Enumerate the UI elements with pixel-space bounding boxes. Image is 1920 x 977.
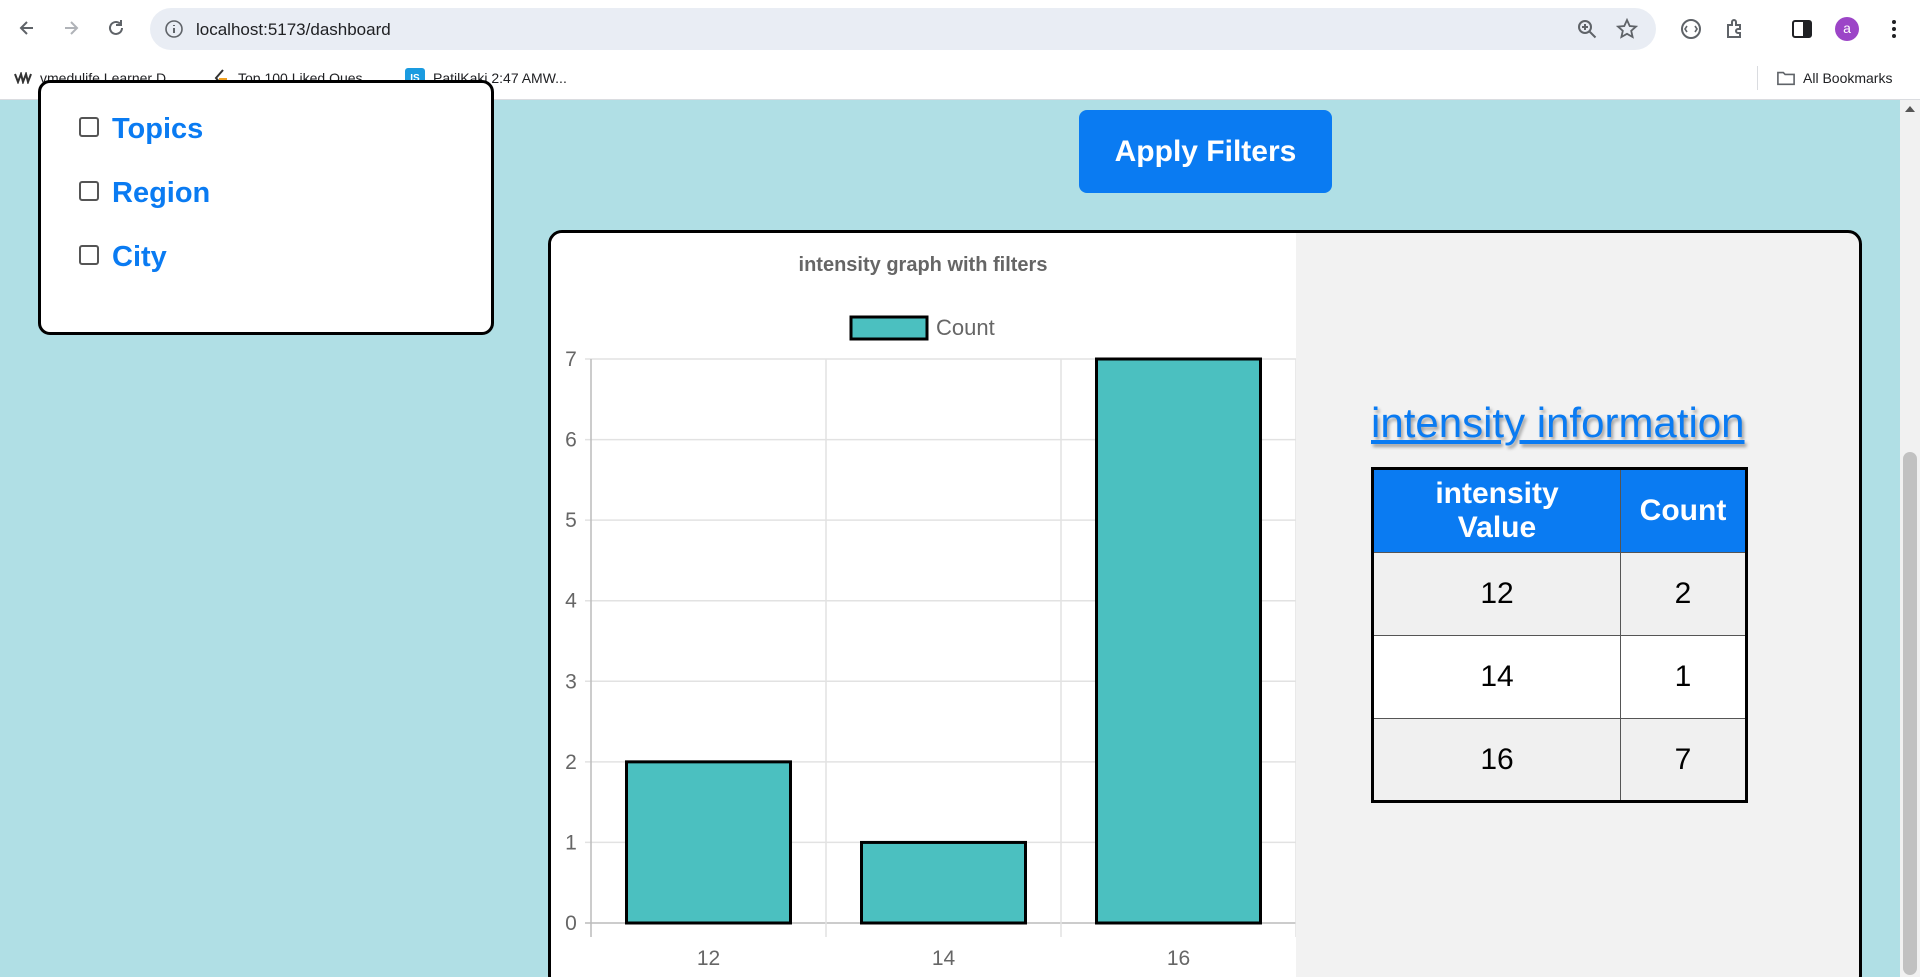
browser-toolbar: localhost:5173/dashboard a bbox=[0, 0, 1920, 58]
y-tick-label: 7 bbox=[565, 348, 577, 371]
folder-icon bbox=[1777, 69, 1795, 87]
cell-intensity-value: 12 bbox=[1372, 552, 1621, 636]
site-info-icon[interactable] bbox=[164, 19, 184, 39]
address-bar[interactable]: localhost:5173/dashboard bbox=[150, 8, 1656, 50]
y-tick-label: 6 bbox=[565, 429, 577, 452]
side-panel-icon[interactable] bbox=[1790, 17, 1814, 41]
table-row: 12 2 bbox=[1372, 552, 1747, 636]
filter-option-topics[interactable]: Topics bbox=[79, 113, 203, 146]
extensions-icon[interactable] bbox=[1723, 17, 1747, 41]
more-menu-icon[interactable] bbox=[1882, 17, 1906, 41]
apply-filters-button[interactable]: Apply Filters bbox=[1079, 110, 1332, 193]
table-row: 16 7 bbox=[1372, 718, 1747, 802]
chart-title: intensity graph with filters bbox=[799, 254, 1048, 276]
url-text[interactable]: localhost:5173/dashboard bbox=[196, 20, 391, 40]
intensity-table: intensity Value Count 12 2 14 1 16 7 bbox=[1371, 467, 1748, 803]
all-bookmarks[interactable]: All Bookmarks bbox=[1777, 66, 1892, 90]
table-row: 14 1 bbox=[1372, 635, 1747, 719]
vm-logo-icon bbox=[14, 69, 32, 87]
legend-swatch bbox=[849, 315, 929, 341]
cell-count: 2 bbox=[1620, 552, 1747, 636]
cell-count: 7 bbox=[1620, 718, 1747, 802]
cell-count: 1 bbox=[1620, 635, 1747, 719]
city-checkbox[interactable] bbox=[79, 244, 99, 265]
y-tick-label: 1 bbox=[565, 831, 577, 854]
intensity-card: intensity graph with filters Count 0 1 2 3 4 5 6… bbox=[548, 230, 1862, 977]
x-tick-label: 14 bbox=[932, 947, 956, 970]
zoom-icon[interactable] bbox=[1576, 18, 1598, 40]
x-tick-label: 16 bbox=[1167, 947, 1190, 970]
media-control-icon[interactable] bbox=[1679, 17, 1703, 41]
bar-14 bbox=[860, 840, 1027, 925]
header-count: Count bbox=[1620, 468, 1747, 553]
profile-avatar[interactable]: a bbox=[1835, 17, 1859, 41]
bookmark-star-icon[interactable] bbox=[1616, 18, 1638, 40]
all-bookmarks-label: All Bookmarks bbox=[1803, 70, 1893, 86]
page-scrollbar[interactable] bbox=[1900, 100, 1920, 977]
scroll-up-arrow-icon[interactable] bbox=[1905, 106, 1915, 112]
region-checkbox[interactable] bbox=[79, 180, 99, 201]
filter-label[interactable]: City bbox=[112, 241, 167, 274]
reload-icon[interactable] bbox=[100, 12, 132, 44]
bar-chart: intensity graph with filtersCount0123456… bbox=[565, 254, 1296, 970]
y-tick-label: 5 bbox=[565, 509, 577, 532]
header-intensity-value: intensity Value bbox=[1372, 468, 1621, 553]
bar-12 bbox=[625, 760, 792, 925]
filter-option-region[interactable]: Region bbox=[79, 177, 210, 210]
forward-icon[interactable] bbox=[55, 12, 87, 44]
info-title[interactable]: intensity information bbox=[1371, 399, 1745, 447]
filter-label[interactable]: Topics bbox=[112, 113, 203, 146]
bookmarks-divider bbox=[1757, 66, 1758, 90]
filter-panel: Topics Region City bbox=[38, 80, 494, 335]
cell-intensity-value: 14 bbox=[1372, 635, 1621, 719]
back-icon[interactable] bbox=[11, 12, 43, 44]
cell-intensity-value: 16 bbox=[1372, 718, 1621, 802]
y-tick-label: 4 bbox=[565, 590, 577, 613]
x-tick-label: 12 bbox=[697, 947, 720, 970]
filter-label[interactable]: Region bbox=[112, 177, 210, 210]
scroll-thumb[interactable] bbox=[1903, 452, 1917, 975]
filter-option-city[interactable]: City bbox=[79, 241, 167, 274]
bar-16 bbox=[1095, 357, 1262, 925]
topics-checkbox[interactable] bbox=[79, 116, 99, 137]
y-tick-label: 2 bbox=[565, 751, 577, 774]
legend-label: Count bbox=[936, 315, 995, 340]
intensity-chart: intensity graph with filters Count 0 1 2 3 4 5 6… bbox=[551, 233, 1296, 977]
y-tick-label: 3 bbox=[565, 670, 577, 693]
y-tick-label: 0 bbox=[565, 912, 577, 935]
